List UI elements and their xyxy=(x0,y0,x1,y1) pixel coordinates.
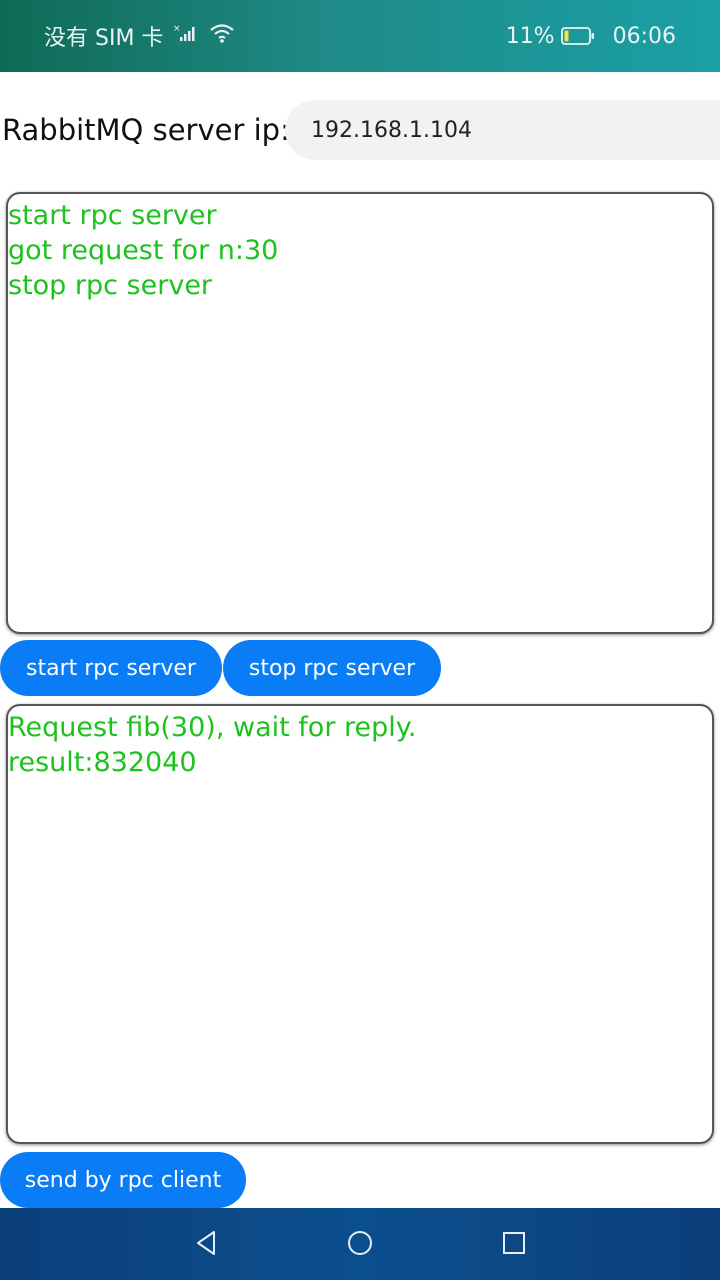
server-ip-label: RabbitMQ server ip: xyxy=(2,113,290,147)
back-icon[interactable] xyxy=(194,1228,220,1262)
status-left: 没有 SIM 卡 × xyxy=(44,20,235,52)
no-sim-signal-icon: × xyxy=(173,23,199,49)
log-line: result:832040 xyxy=(8,747,197,778)
recents-icon[interactable] xyxy=(501,1228,527,1262)
battery-percent: 11% xyxy=(505,23,555,49)
home-icon[interactable] xyxy=(346,1228,374,1262)
log-line: stop rpc server xyxy=(8,270,213,301)
carrier-text: 没有 SIM 卡 xyxy=(44,26,164,51)
status-bar: 没有 SIM 卡 × 11% 06:06 xyxy=(0,0,720,72)
send-by-rpc-client-button[interactable]: send by rpc client xyxy=(0,1152,246,1208)
stop-rpc-server-button[interactable]: stop rpc server xyxy=(223,640,441,696)
client-log-area[interactable]: Request fib(30), wait for reply. result:… xyxy=(6,704,714,1144)
start-rpc-server-button[interactable]: start rpc server xyxy=(0,640,222,696)
wifi-icon xyxy=(209,22,235,50)
battery-indicator: 11% xyxy=(506,24,595,49)
server-log-area[interactable]: start rpc server got request for n:30 st… xyxy=(6,192,714,634)
battery-icon xyxy=(560,27,595,45)
clock-time: 06:06 xyxy=(612,23,676,49)
navigation-bar xyxy=(0,1208,720,1280)
log-line: got request for n:30 xyxy=(8,235,279,266)
server-ip-row: RabbitMQ server ip: xyxy=(0,100,720,160)
log-line: Request fib(30), wait for reply. xyxy=(8,712,417,743)
svg-text:×: × xyxy=(173,24,181,34)
main-content: RabbitMQ server ip: start rpc server got… xyxy=(0,72,720,1208)
status-right: 11% 06:06 xyxy=(506,20,676,52)
server-ip-input[interactable] xyxy=(285,100,720,160)
log-line: start rpc server xyxy=(8,200,217,231)
